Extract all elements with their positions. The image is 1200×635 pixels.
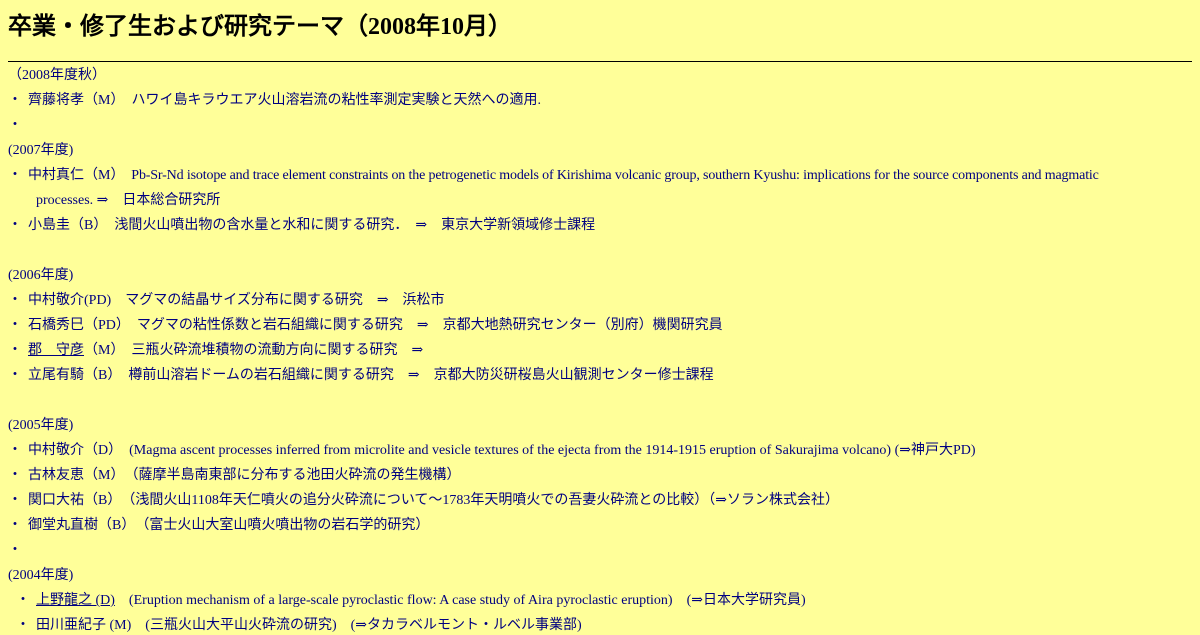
student-name: 齊藤将孝（M） [28,93,118,108]
research-theme: 浅間火山噴出物の含水量と水和に関する研究． ⇒ 東京大学新領域修士課程 [100,218,596,233]
bullet: ・ [8,218,22,233]
student-name: 中村敬介(PD) [28,293,112,308]
research-theme: （富士火山大室山噴火噴出物の岩石学的研究） [128,518,430,533]
student-name-link[interactable]: 郡 守彦 [28,343,84,358]
title-divider [8,61,1192,62]
student-name: 御堂丸直樹（B） [28,518,129,533]
list-item: ・関口大祐（B） （浅間火山1108年天仁噴火の追分火砕流について～1783年天… [8,492,839,510]
bullet: ・ [8,168,22,183]
section-heading-2004: (2004年度) [8,568,74,583]
research-theme: 三瓶火砕流堆積物の流動方向に関する研究 ⇒ [117,343,424,358]
student-name: 石橋秀巳（PD） [28,318,123,333]
section-heading-2005: (2005年度) [8,418,74,433]
bullet: ・ [8,493,22,508]
section-heading-2007: (2007年度) [8,143,74,158]
research-theme: ハワイ島キラウエア火山溶岩流の粘性率測定実験と天然への適用. [117,93,541,108]
list-item: ・中村敬介(PD) マグマの結晶サイズ分布に関する研究 ⇒ 浜松市 [8,292,445,310]
list-item: ・田川亜紀子 (M) (三瓶火山大平山火砕流の研究) (⇒タカラベルモント・ルベ… [16,617,582,635]
list-item: ・中村敬介（D） (Magma ascent processes inferre… [8,442,976,460]
student-name: 田川亜紀子 (M) [36,618,132,633]
list-item: ・中村真仁（M） Pb-Sr-Nd isotope and trace elem… [8,167,1099,185]
list-item: ・立尾有騎（B） 樽前山溶岩ドームの岩石組織に関する研究 ⇒ 京都大防災研桜島火… [8,367,714,385]
bullet: ・ [8,468,22,483]
student-degree: （M） [84,343,118,358]
research-theme: 樽前山溶岩ドームの岩石組織に関する研究 ⇒ 京都大防災研桜島火山観測センター修士… [114,368,714,383]
empty-bullet: ・ [8,118,22,133]
list-item: ・御堂丸直樹（B） （富士火山大室山噴火噴出物の岩石学的研究） [8,517,429,535]
bullet: ・ [8,318,22,333]
bullet: ・ [8,293,22,308]
list-item: ・石橋秀巳（PD） マグマの粘性係数と岩石組織に関する研究 ⇒ 京都大地熱研究セ… [8,317,723,335]
student-name: 中村真仁（M） [28,168,118,183]
list-item: ・古林友恵（M） （薩摩半島南東部に分布する池田火砕流の発生機構） [8,467,460,485]
research-theme: （浅間火山1108年天仁噴火の追分火砕流について～1783年天明噴火での吾妻火砕… [114,493,839,508]
research-theme: （薩摩半島南東部に分布する池田火砕流の発生機構） [117,468,461,483]
bullet: ・ [8,368,22,383]
empty-bullet: ・ [8,543,22,558]
bullet: ・ [16,618,30,633]
list-item: ・小島圭（B） 浅間火山噴出物の含水量と水和に関する研究． ⇒ 東京大学新領域修… [8,217,595,235]
research-theme: (Magma ascent processes inferred from mi… [115,443,976,458]
student-name: 立尾有騎（B） [28,368,115,383]
bullet: ・ [8,443,22,458]
bullet: ・ [16,593,30,608]
research-theme: マグマの結晶サイズ分布に関する研究 ⇒ 浜松市 [111,293,445,308]
section-heading-2006: (2006年度) [8,268,74,283]
list-item: ・上野龍之 (D) (Eruption mechanism of a large… [16,592,806,610]
research-theme-continued: processes. ⇒ 日本総合研究所 [36,193,221,208]
research-theme: Pb-Sr-Nd isotope and trace element const… [117,168,1099,183]
page-title: 卒業・修了生および研究テーマ（2008年10月） [8,14,512,40]
student-name: 小島圭（B） [28,218,101,233]
section-heading-2008: （2008年度秋） [8,68,106,83]
student-name: 中村敬介（D） [28,443,116,458]
student-name: 古林友恵（M） [28,468,118,483]
research-theme: (三瓶火山大平山火砕流の研究) (⇒タカラベルモント・ルベル事業部) [131,618,582,633]
bullet: ・ [8,93,22,108]
bullet: ・ [8,343,22,358]
research-theme: マグマの粘性係数と岩石組織に関する研究 ⇒ 京都大地熱研究センター（別府）機関研… [122,318,723,333]
student-name: 関口大祐（B） [28,493,115,508]
research-theme: (Eruption mechanism of a large-scale pyr… [114,593,806,608]
bullet: ・ [8,518,22,533]
list-item: ・郡 守彦（M） 三瓶火砕流堆積物の流動方向に関する研究 ⇒ [8,342,423,360]
list-item: ・齊藤将孝（M） ハワイ島キラウエア火山溶岩流の粘性率測定実験と天然への適用. [8,92,541,110]
student-name-link[interactable]: 上野龍之 (D) [36,593,115,608]
